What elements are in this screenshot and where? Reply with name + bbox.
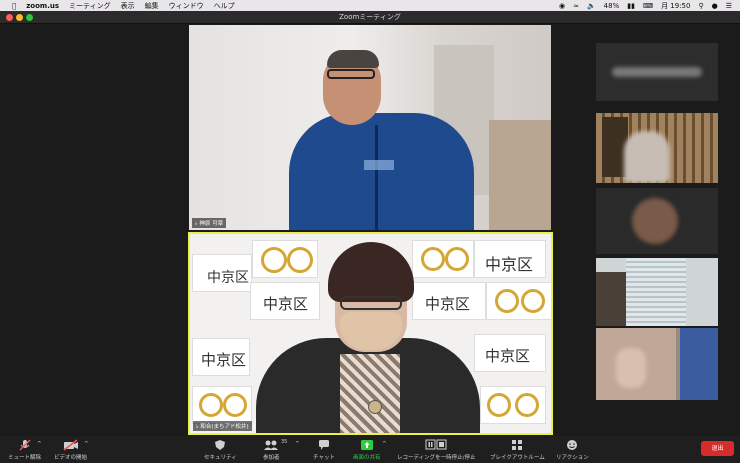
pause-stop-icon bbox=[425, 439, 447, 450]
battery-percent: 48% bbox=[603, 1, 620, 10]
blue-curtain bbox=[680, 328, 718, 400]
window-blinds bbox=[626, 258, 686, 326]
thumbnail-4[interactable] bbox=[596, 258, 718, 326]
reactions-label: リアクション bbox=[556, 455, 589, 461]
breakout-rooms-icon bbox=[512, 440, 523, 450]
window-title: Zoomミーティング bbox=[339, 13, 401, 21]
video-label: ビデオの開始 bbox=[54, 455, 88, 461]
person-hair bbox=[327, 50, 379, 68]
menu-app-name[interactable]: zoom.us bbox=[26, 2, 59, 10]
window-titlebar: Zoomミーティング bbox=[0, 11, 740, 24]
jacket-logo bbox=[364, 160, 394, 170]
jacket-zipper bbox=[375, 125, 378, 230]
sign-5: 中京区 bbox=[192, 338, 250, 376]
mic-muted-icon: ♭ bbox=[195, 221, 198, 227]
breakout-rooms-button[interactable]: ブレイクアウトルーム bbox=[490, 439, 545, 461]
recording-label: レコーディングを一時停止/停止 bbox=[397, 455, 476, 461]
mute-label: ミュート解除 bbox=[8, 455, 42, 461]
video-button[interactable]: ビデオの開始 bbox=[54, 439, 87, 461]
video-tile-top[interactable]: ♭ 神原 可章 bbox=[189, 25, 551, 230]
thumbnail-person-5 bbox=[616, 348, 646, 388]
share-options-caret[interactable]: ^ bbox=[382, 441, 387, 447]
reactions-button[interactable]: リアクション bbox=[556, 439, 589, 461]
sign-6: 中京区 bbox=[474, 334, 546, 372]
mute-options-caret[interactable]: ^ bbox=[37, 441, 42, 447]
sign-circles-4 bbox=[480, 386, 546, 424]
sign-circles-1 bbox=[252, 240, 318, 278]
person-scarf bbox=[340, 354, 400, 433]
participants-label: 参加者 bbox=[263, 455, 280, 461]
menu-window[interactable]: ウィンドウ bbox=[169, 1, 204, 11]
user-icon[interactable]: ● bbox=[712, 2, 718, 10]
search-icon[interactable]: ⚲ bbox=[698, 2, 703, 10]
sign-1: 中京区 bbox=[192, 254, 252, 292]
leave-meeting-button[interactable]: 退出 bbox=[701, 441, 734, 456]
video-options-caret[interactable]: ^ bbox=[84, 441, 89, 447]
clock[interactable]: 月 19:50 bbox=[661, 1, 690, 11]
shelf-items bbox=[596, 272, 626, 326]
chat-icon bbox=[318, 440, 329, 450]
sign-circles-5 bbox=[192, 386, 252, 424]
battery-icon[interactable]: ▮▮ bbox=[627, 2, 635, 10]
apple-icon[interactable]:  bbox=[12, 2, 16, 10]
volume-icon[interactable]: 🔈 bbox=[587, 2, 596, 10]
glasses bbox=[327, 69, 375, 79]
background-cabinet bbox=[489, 120, 551, 230]
sign-circles-3 bbox=[486, 282, 551, 320]
thumbnail-person-2 bbox=[624, 131, 670, 183]
thumbnail-2[interactable] bbox=[596, 113, 718, 183]
brooch bbox=[368, 400, 382, 414]
mic-muted-icon: ♭ bbox=[196, 424, 199, 430]
thumbnail-1[interactable] bbox=[596, 43, 718, 101]
video-tile-bottom[interactable]: 中京区 中京区 中京区 中京区 中京区 中京区 ♭ 和合(まちアド松井) bbox=[188, 232, 553, 435]
keyboard-icon[interactable]: ⌨ bbox=[643, 2, 653, 10]
participant-count: 35 bbox=[281, 439, 288, 445]
security-label: セキュリティ bbox=[204, 455, 237, 461]
video-off-icon bbox=[63, 439, 78, 451]
participant-name-top: ♭ 神原 可章 bbox=[192, 218, 227, 228]
recording-controls[interactable]: レコーディングを一時停止/停止 bbox=[397, 439, 475, 461]
sign-3: 中京区 bbox=[250, 282, 320, 320]
mic-muted-icon bbox=[18, 439, 31, 451]
participants-button[interactable]: 参加者 bbox=[263, 439, 280, 461]
participants-icon bbox=[264, 440, 279, 450]
shield-icon bbox=[215, 440, 226, 450]
glasses-bottom bbox=[340, 296, 402, 310]
chat-button[interactable]: チャット bbox=[313, 439, 335, 461]
smiley-icon bbox=[567, 440, 578, 450]
share-screen-button[interactable]: 画面の共有 bbox=[353, 439, 381, 461]
person-hair-bottom bbox=[328, 242, 414, 302]
menu-edit[interactable]: 編集 bbox=[145, 1, 159, 11]
security-button[interactable]: セキュリティ bbox=[204, 439, 237, 461]
zoom-status-icon[interactable]: ◉ bbox=[559, 2, 565, 10]
sign-4: 中京区 bbox=[412, 282, 486, 320]
thumbnail-5[interactable] bbox=[596, 328, 718, 400]
person-jacket bbox=[289, 113, 474, 230]
breakout-label: ブレイクアウトルーム bbox=[490, 455, 545, 461]
menu-help[interactable]: ヘルプ bbox=[214, 1, 235, 11]
participants-options-caret[interactable]: ^ bbox=[295, 441, 300, 447]
chat-label: チャット bbox=[313, 455, 335, 461]
thumbnail-person-3 bbox=[632, 198, 678, 244]
blurred-name-text bbox=[612, 67, 702, 77]
share-screen-label: 画面の共有 bbox=[353, 455, 381, 461]
sign-2: 中京区 bbox=[474, 240, 546, 278]
mac-menubar:  zoom.us ミーティング 表示 編集 ウィンドウ ヘルプ ◉ ≈ 🔈 4… bbox=[0, 0, 740, 11]
menu-meeting[interactable]: ミーティング bbox=[69, 1, 111, 11]
menu-view[interactable]: 表示 bbox=[121, 1, 135, 11]
participant-name-bottom: ♭ 和合(まちアド松井) bbox=[193, 421, 252, 431]
sign-circles-2 bbox=[412, 240, 474, 278]
share-screen-icon bbox=[360, 440, 373, 450]
thumbnail-3[interactable] bbox=[596, 188, 718, 254]
wifi-icon[interactable]: ≈ bbox=[573, 2, 579, 10]
control-center-icon[interactable]: ☰ bbox=[726, 2, 732, 10]
